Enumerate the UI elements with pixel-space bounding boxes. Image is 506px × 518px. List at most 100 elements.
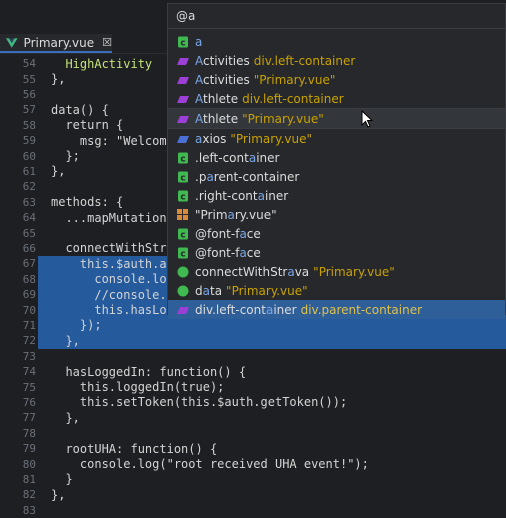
- css-icon: c: [178, 152, 188, 164]
- result-label: div.left-container: [195, 302, 297, 317]
- line-number: 60: [22, 149, 36, 163]
- result-item[interactable]: axios "Primary.vue": [168, 129, 505, 148]
- green-dot-icon: [177, 266, 189, 277]
- result-item[interactable]: c .left-container: [168, 148, 505, 167]
- grid-icon: [177, 208, 188, 220]
- green-dot-icon: [177, 285, 189, 296]
- result-context: "Primary.vue": [253, 72, 336, 87]
- result-context: "Primary.vue": [230, 131, 312, 146]
- result-item[interactable]: data "Primary.vue": [168, 281, 505, 300]
- result-item[interactable]: div.left-container div.parent-container: [168, 300, 505, 319]
- tab-primary-vue[interactable]: Primary.vue ☒: [0, 34, 112, 53]
- purple-tag-icon: [177, 76, 189, 84]
- code-line[interactable]: 72 },: [0, 333, 506, 349]
- quick-outline-popup: caActivitiesdiv.left-containerActivities…: [167, 3, 506, 319]
- line-number: 64: [22, 211, 36, 225]
- selection-highlight: [38, 317, 506, 334]
- result-context: div.left-container: [253, 53, 356, 68]
- code-line[interactable]: 80 console.log("root received UHA event!…: [0, 456, 506, 471]
- code-line[interactable]: 73: [0, 349, 506, 364]
- result-label: Athlete: [195, 111, 239, 126]
- result-label: .left-container: [195, 150, 280, 165]
- code-line[interactable]: 76 this.setToken(this.$auth.getToken());: [0, 395, 506, 410]
- line-number: 76: [22, 395, 36, 409]
- result-label: .right-container: [195, 188, 289, 203]
- result-item[interactable]: c @font-face: [168, 243, 505, 262]
- line-number: 83: [22, 503, 36, 517]
- code-text: },: [51, 164, 66, 179]
- purple-tag-icon: [177, 306, 189, 314]
- code-text: this.setToken(this.$auth.getToken());: [51, 395, 348, 410]
- code-line[interactable]: 74 hasLoggedIn: function() {: [0, 364, 506, 379]
- result-item[interactable]: Athlete div.left-container: [168, 89, 505, 108]
- result-label: Activities: [195, 72, 250, 87]
- code-text: };: [51, 149, 80, 164]
- line-number: 69: [22, 288, 36, 302]
- code-line[interactable]: 82},: [0, 487, 506, 502]
- line-number: 71: [22, 318, 36, 332]
- code-text: },: [51, 72, 66, 87]
- line-number: 56: [22, 87, 36, 101]
- result-label: Athlete: [195, 91, 239, 106]
- line-number: 65: [22, 226, 36, 240]
- search-bar: [168, 4, 505, 29]
- code-line[interactable]: 83: [0, 503, 506, 518]
- line-number: 57: [22, 103, 36, 117]
- line-number: 80: [22, 457, 36, 471]
- result-item[interactable]: Activities "Primary.vue": [168, 70, 505, 89]
- vue-icon: [6, 37, 18, 48]
- result-item[interactable]: c @font-face: [168, 224, 505, 243]
- result-item[interactable]: ca: [168, 32, 505, 51]
- svg-text:c: c: [180, 192, 185, 202]
- result-item[interactable]: "Primary.vue": [168, 205, 505, 224]
- result-context: "Primary.vue": [313, 264, 395, 279]
- code-text: },: [51, 487, 66, 502]
- result-label: .parent-container: [195, 169, 300, 184]
- code-line[interactable]: 79 rootUHA: function() {: [0, 441, 506, 456]
- code-line[interactable]: 75 this.loggedIn(true);: [0, 379, 506, 394]
- line-number: 77: [22, 411, 36, 425]
- code-text: },: [51, 333, 80, 348]
- line-number: 81: [22, 472, 36, 486]
- css-icon: c: [178, 171, 188, 183]
- purple-tag-icon: [177, 57, 189, 65]
- result-label: "Primary.vue": [195, 207, 277, 222]
- code-line[interactable]: 78: [0, 426, 506, 441]
- vue-icon: c: [178, 36, 188, 48]
- code-line[interactable]: 71 });: [0, 317, 506, 334]
- result-item[interactable]: c .right-container: [168, 186, 505, 205]
- search-input[interactable]: [173, 6, 499, 26]
- line-number: 59: [22, 134, 36, 148]
- result-item[interactable]: connectWithStrava "Primary.vue": [168, 262, 505, 281]
- line-number: 78: [22, 426, 36, 440]
- result-label: data: [195, 283, 223, 298]
- line-number: 79: [22, 442, 36, 456]
- code-text: }: [51, 472, 73, 487]
- tab-label: Primary.vue: [23, 35, 95, 50]
- result-item[interactable]: Athlete "Primary.vue": [168, 109, 505, 128]
- line-number: 75: [22, 380, 36, 394]
- code-text: this.hasLog: [51, 303, 174, 318]
- code-text: HighActivity: [51, 56, 153, 71]
- code-text: connectWithStra: [51, 241, 174, 256]
- line-number: 61: [22, 164, 36, 178]
- svg-text:c: c: [180, 249, 185, 259]
- code-line[interactable]: 81 }: [0, 472, 506, 487]
- line-number: 58: [22, 118, 36, 132]
- line-number: 72: [22, 334, 36, 348]
- line-number: 73: [22, 349, 36, 363]
- line-number: 74: [22, 365, 36, 379]
- code-text: ...mapMutations: [51, 210, 174, 225]
- purple-tag-icon: [177, 95, 189, 103]
- result-item[interactable]: c .parent-container: [168, 167, 505, 186]
- svg-text:c: c: [180, 154, 185, 164]
- result-item[interactable]: Activities div.left-container: [168, 51, 505, 70]
- purple-tag-icon: [177, 115, 189, 123]
- code-line[interactable]: 77 },: [0, 410, 506, 425]
- code-text: this.loggedIn(true);: [51, 380, 225, 395]
- close-icon[interactable]: ☒: [102, 36, 112, 49]
- line-number: 67: [22, 257, 36, 271]
- code-text: //console.l: [51, 287, 174, 302]
- code-text: return {: [51, 118, 124, 133]
- result-context: div.left-container: [242, 91, 344, 106]
